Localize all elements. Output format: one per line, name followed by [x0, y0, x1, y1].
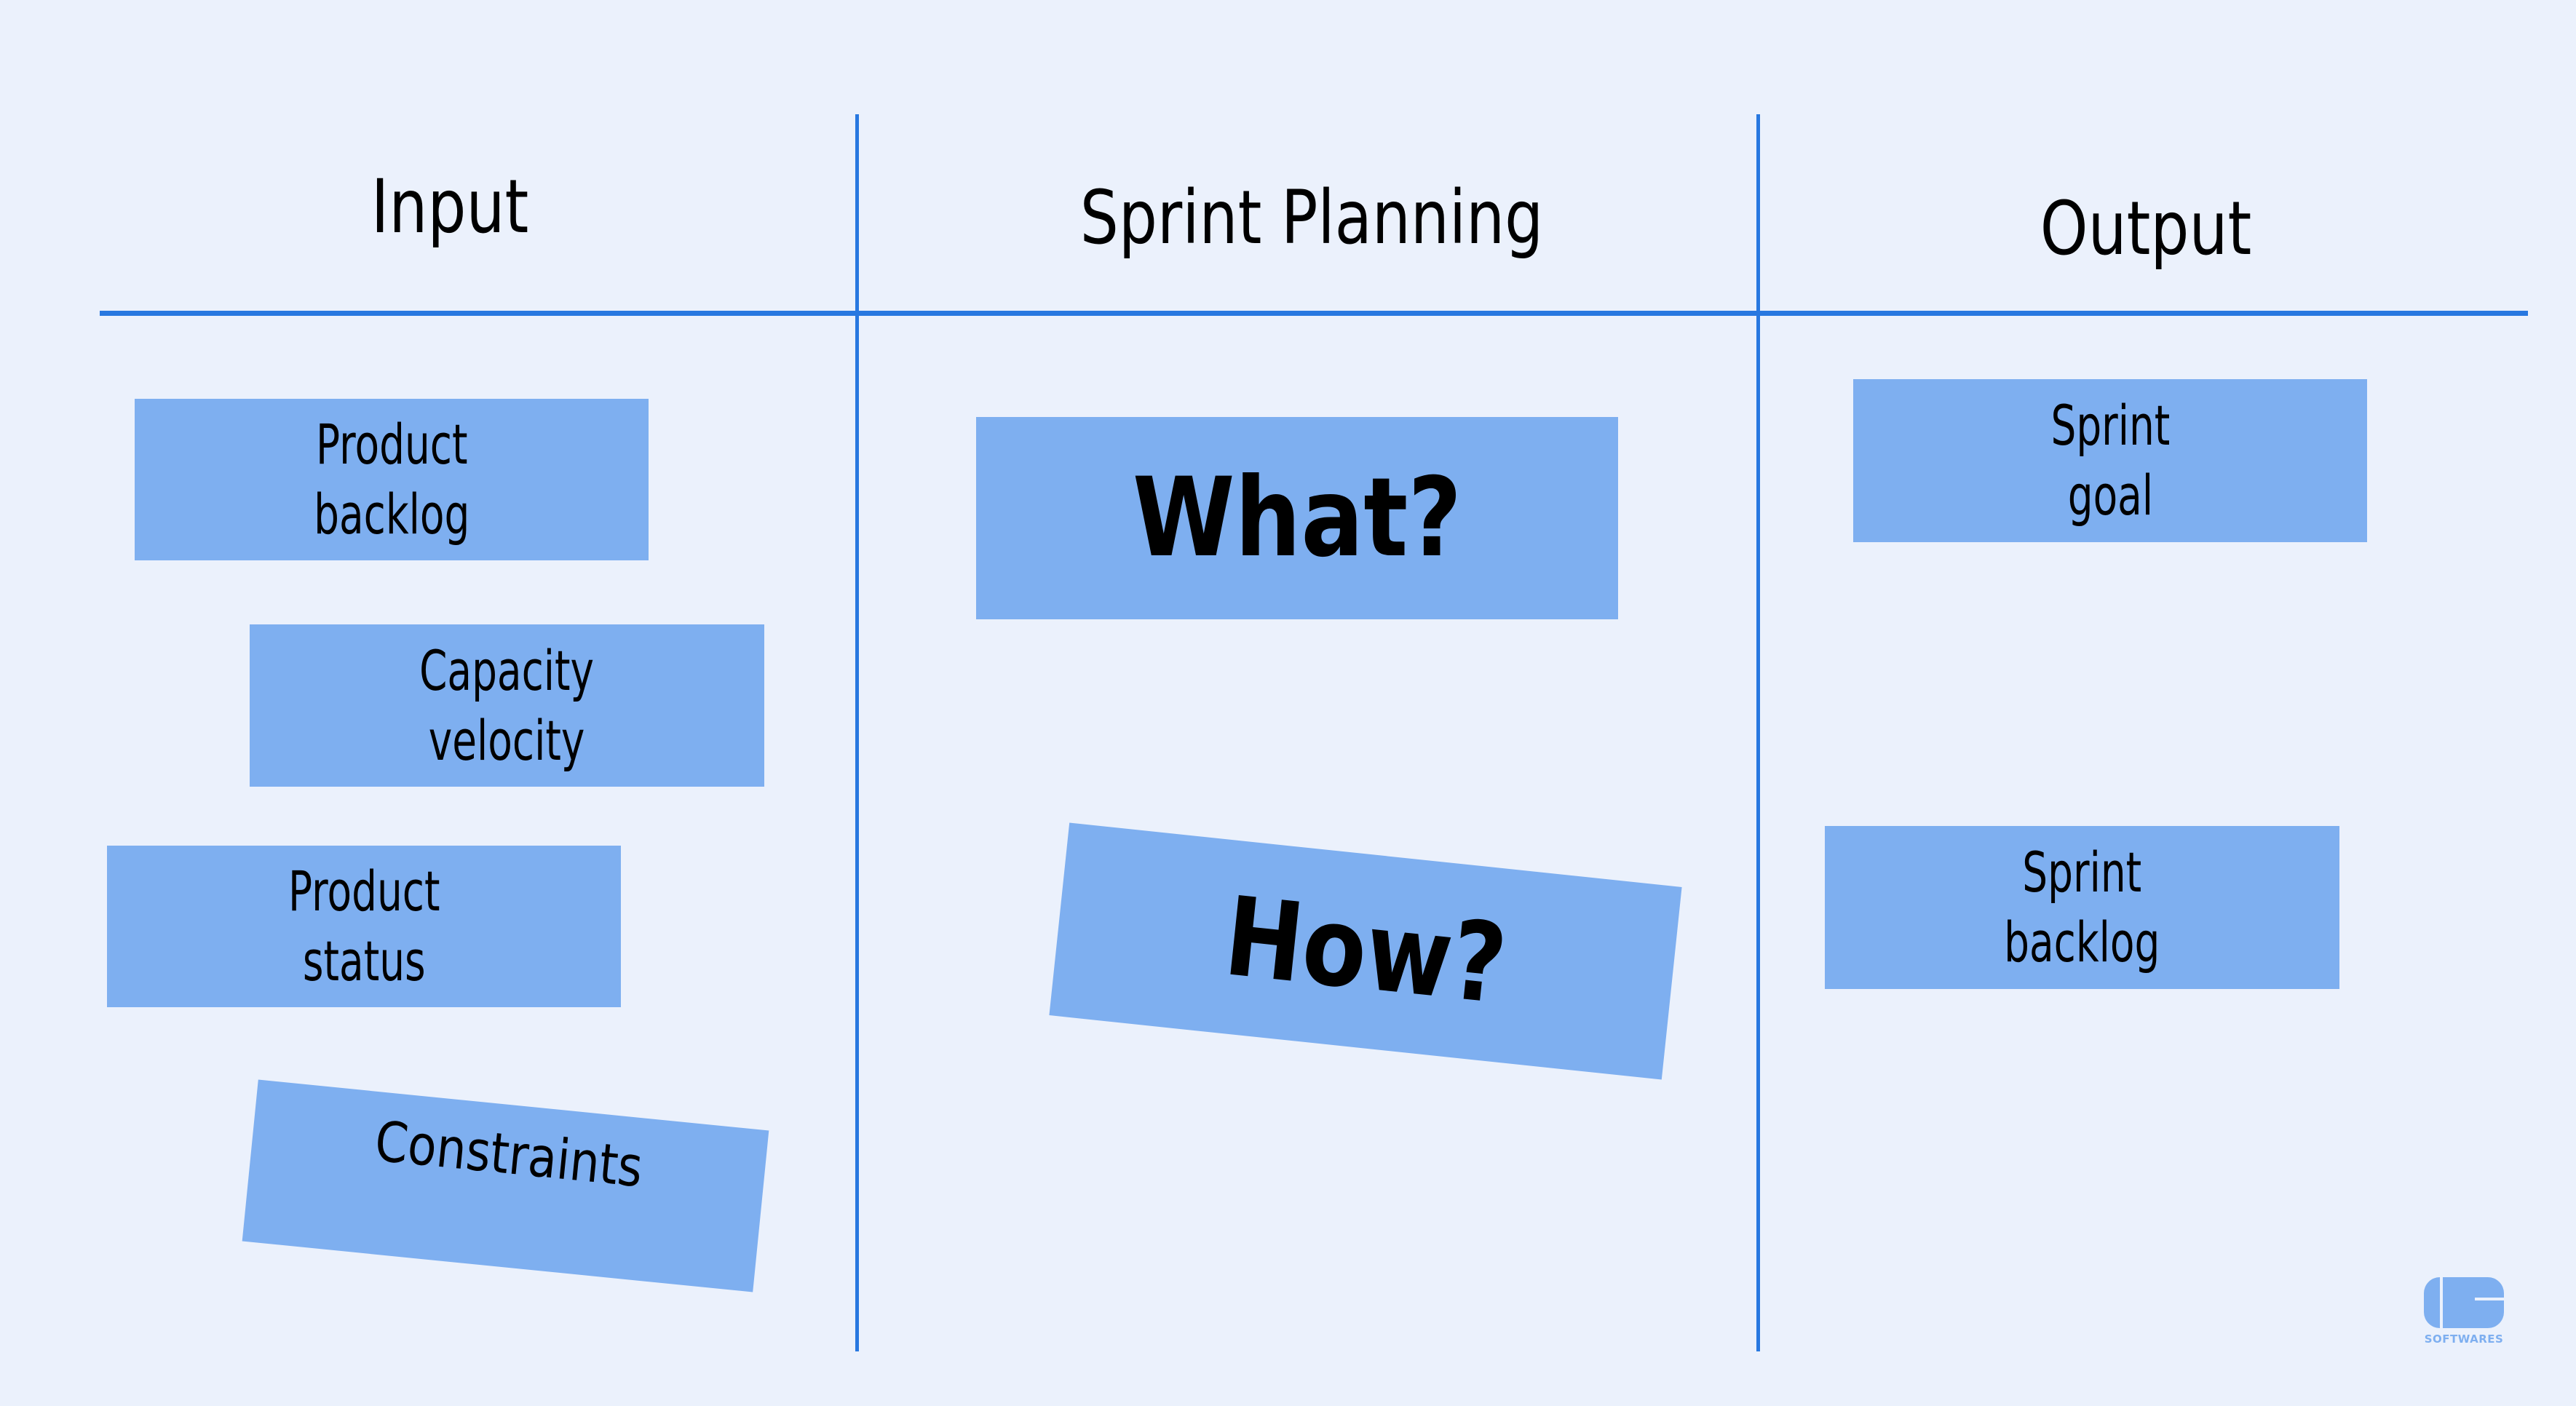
note-line: Sprint [2050, 393, 2170, 458]
note-label: How? [1218, 873, 1513, 1029]
column-divider-left [855, 114, 859, 1351]
note-line: Constraints [372, 1108, 646, 1200]
note-sprint-goal[interactable]: Sprint goal [1853, 379, 2367, 542]
note-product-status[interactable]: Product status [107, 846, 621, 1007]
note-product-backlog[interactable]: Product backlog [135, 399, 649, 560]
note-label: What? [1132, 455, 1462, 581]
column-divider-right [1756, 114, 1760, 1351]
note-line: Product [288, 859, 440, 924]
column-title-output: Output [2040, 186, 2252, 272]
logo-text: SOFTWARES [2424, 1332, 2504, 1346]
note-line: backlog [313, 482, 470, 547]
note-capacity-velocity[interactable]: Capacity velocity [250, 624, 764, 787]
note-sprint-backlog[interactable]: Sprint backlog [1825, 826, 2339, 989]
column-title-sprint-planning: Sprint Planning [1079, 175, 1544, 261]
column-title-input: Input [370, 164, 529, 250]
note-line: Capacity [419, 638, 595, 703]
note-what[interactable]: What? [976, 417, 1618, 619]
note-line: Product [315, 412, 468, 477]
note-line: backlog [2004, 910, 2160, 974]
note-constraints[interactable]: Constraints [242, 1079, 769, 1292]
note-how[interactable]: How? [1049, 822, 1682, 1080]
note-line: velocity [429, 707, 585, 773]
logo-mark-icon [2424, 1277, 2504, 1328]
note-line: Sprint [2022, 840, 2142, 905]
note-line: status [302, 929, 426, 993]
header-divider [100, 311, 2528, 316]
note-line: goal [2067, 463, 2153, 528]
company-logo: SOFTWARES [2424, 1277, 2504, 1346]
